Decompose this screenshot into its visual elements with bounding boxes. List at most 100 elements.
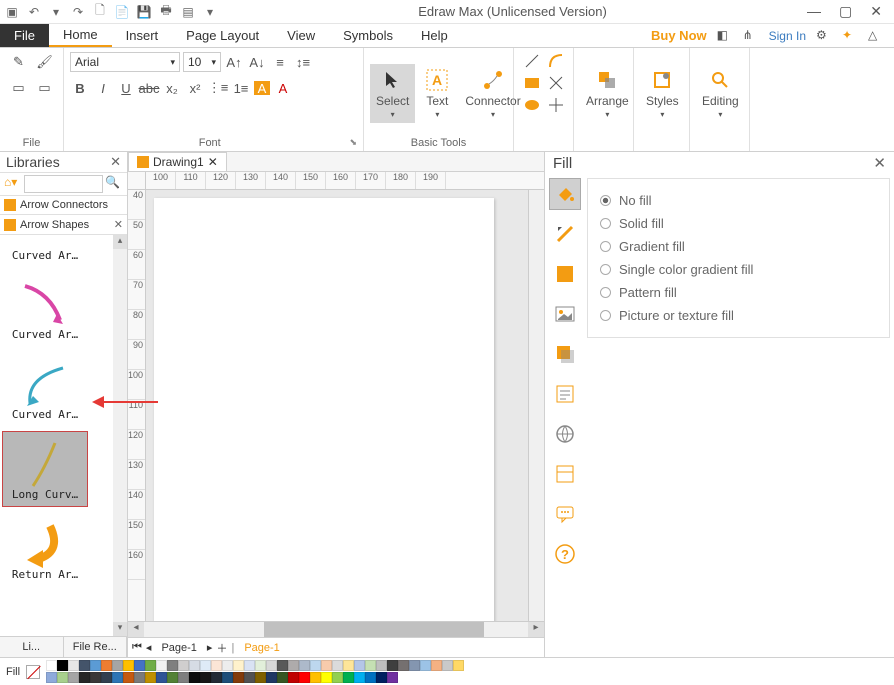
fill-tab-picture[interactable] [549,298,581,330]
color-swatch[interactable] [189,660,200,671]
no-color-swatch[interactable] [26,665,40,679]
color-swatch[interactable] [453,660,464,671]
color-swatch[interactable] [211,672,222,683]
shape-curved-arrow-2[interactable]: Curved Ar… [2,271,88,347]
shape-return-arrow[interactable]: Return Ar… [2,511,88,587]
page-nav-first-icon[interactable]: ⏮ [132,641,142,654]
color-swatch[interactable] [46,672,57,683]
color-swatch[interactable] [332,660,343,671]
color-swatch[interactable] [288,672,299,683]
font-name-select[interactable]: Arial▾ [70,52,180,72]
search-icon[interactable]: 🔍 [105,175,123,193]
color-swatch[interactable] [222,660,233,671]
text-tool[interactable]: A Text▾ [419,64,455,123]
save-icon[interactable]: 💾 [136,4,152,20]
library-category-arrow-shapes[interactable]: Arrow Shapes✕ [0,215,127,235]
color-swatch[interactable] [288,660,299,671]
scroll-right-icon[interactable]: ▸ [528,622,544,637]
tab-view[interactable]: View [273,24,329,47]
color-swatch[interactable] [310,672,321,683]
format-painter-icon[interactable]: 🖌 [35,52,55,72]
line-icon[interactable] [523,52,541,70]
color-swatch[interactable] [431,660,442,671]
library-scrollbar[interactable]: ▴▾ [113,235,127,636]
library-search-input[interactable] [24,175,103,193]
buy-now-link[interactable]: Buy Now [651,28,707,43]
fill-option-solid[interactable]: Solid fill [600,212,877,235]
underline-icon[interactable]: U [116,78,136,98]
color-swatch[interactable] [266,660,277,671]
color-swatch[interactable] [387,660,398,671]
color-swatch[interactable] [233,672,244,683]
undo-icon[interactable]: ↶ [26,4,42,20]
select-tool[interactable]: Select▾ [370,64,415,123]
numbering-icon[interactable]: 1≡ [231,78,251,98]
fill-tab-layout[interactable] [549,458,581,490]
vertical-scrollbar[interactable] [528,190,544,621]
color-swatch[interactable] [112,672,123,683]
color-swatch[interactable] [101,672,112,683]
export-icon[interactable]: ▤ [180,4,196,20]
brush-icon[interactable]: ✎ [9,52,29,72]
color-swatch[interactable] [277,672,288,683]
color-swatch[interactable] [101,660,112,671]
tab-insert[interactable]: Insert [112,24,173,47]
color-swatch[interactable] [409,660,420,671]
color-swatch[interactable] [79,660,90,671]
new-file-icon[interactable]: 🗋 [92,4,108,20]
shape-curved-arrow-1[interactable]: Curved Ar… [2,243,88,267]
sign-in-link[interactable]: Sign In [769,29,806,43]
decrease-font-icon[interactable]: A↓ [247,52,267,72]
color-swatch[interactable] [354,672,365,683]
color-swatch[interactable] [68,660,79,671]
color-swatch[interactable] [244,672,255,683]
fill-option-no-fill[interactable]: No fill [600,189,877,212]
ellipse-icon[interactable] [523,96,541,114]
bullets-icon[interactable]: ⋮≡ [208,78,228,98]
scroll-thumb[interactable] [264,622,484,637]
tab-help[interactable]: Help [407,24,462,47]
fill-option-single-gradient[interactable]: Single color gradient fill [600,258,877,281]
color-swatch[interactable] [178,660,189,671]
file-menu[interactable]: File [0,24,49,47]
category-close-icon[interactable]: ✕ [114,218,123,231]
close-button[interactable]: ✕ [870,3,882,20]
color-swatch[interactable] [321,672,332,683]
fill-option-gradient[interactable]: Gradient fill [600,235,877,258]
color-swatch[interactable] [277,660,288,671]
scroll-left-icon[interactable]: ◂ [128,622,144,637]
share-icon[interactable]: ⋔ [743,28,759,44]
library-category-arrow-connectors[interactable]: Arrow Connectors [0,196,127,215]
highlight-icon[interactable]: A [254,81,270,95]
tool2-icon[interactable]: ▭ [35,78,55,98]
color-swatch[interactable] [134,660,145,671]
color-palette[interactable] [46,660,466,684]
color-swatch[interactable] [343,672,354,683]
font-color-icon[interactable]: A [273,78,293,98]
color-swatch[interactable] [145,672,156,683]
color-swatch[interactable] [189,672,200,683]
color-swatch[interactable] [123,660,134,671]
color-swatch[interactable] [79,672,90,683]
color-swatch[interactable] [365,660,376,671]
color-swatch[interactable] [167,672,178,683]
fill-tab-shadow[interactable] [549,338,581,370]
color-swatch[interactable] [90,672,101,683]
home-icon[interactable]: ⌂▾ [4,175,22,193]
color-swatch[interactable] [255,672,266,683]
italic-icon[interactable]: I [93,78,113,98]
superscript-icon[interactable]: x² [185,78,205,98]
font-size-select[interactable]: 10▾ [183,52,221,72]
bold-icon[interactable]: B [70,78,90,98]
color-swatch[interactable] [244,660,255,671]
page-nav-prev-icon[interactable]: ◂ [146,641,152,654]
line-spacing-icon[interactable]: ↕≡ [293,52,313,72]
strike-icon[interactable]: abc [139,78,159,98]
fill-tab-web[interactable] [549,418,581,450]
add-page-icon[interactable]: ＋ [216,640,227,656]
color-swatch[interactable] [266,672,277,683]
document-tab-drawing1[interactable]: Drawing1✕ [128,152,227,172]
color-swatch[interactable] [387,672,398,683]
shape-curved-arrow-3[interactable]: Curved Ar… [2,351,88,427]
redo-icon[interactable]: ↷ [70,4,86,20]
